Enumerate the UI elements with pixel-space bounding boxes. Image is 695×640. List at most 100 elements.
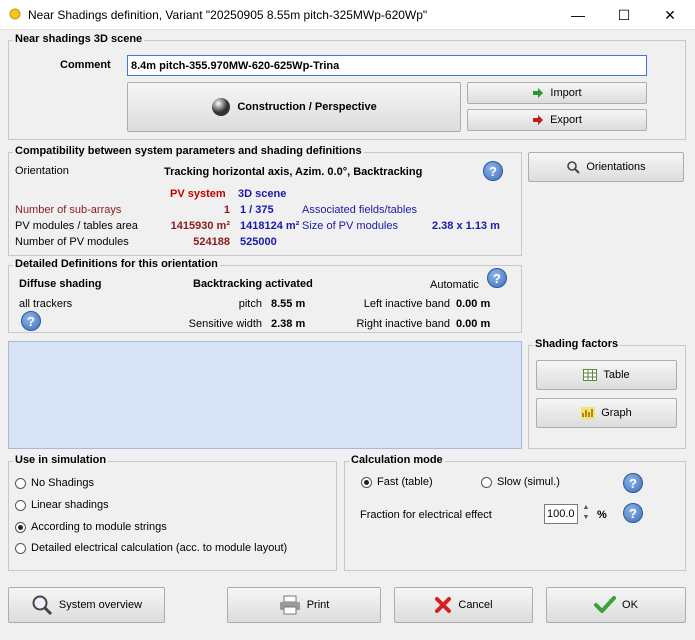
magnifier-icon (32, 595, 52, 616)
row-scene-area: 1418124 m² (240, 220, 300, 232)
close-button[interactable]: ✕ (647, 0, 693, 30)
row-scene-subarrays: 1 / 375 (240, 204, 274, 216)
left-band-label: Left inactive band (363, 298, 450, 310)
radio-linear[interactable] (15, 499, 26, 511)
cancel-x-icon (435, 597, 452, 613)
right-band-label: Right inactive band (356, 318, 450, 330)
ok-button[interactable]: OK (546, 587, 686, 623)
associated-fields-label: Associated fields/tables (302, 204, 417, 216)
import-arrow-icon (533, 88, 544, 98)
radio-fast[interactable] (361, 476, 372, 488)
sim-option-label: No Shadings (31, 477, 94, 489)
shading-factors-title: Shading factors (533, 338, 621, 350)
checkmark-icon (594, 596, 617, 613)
fraction-unit: % (597, 509, 607, 521)
diffuse-help-icon[interactable]: ? (21, 311, 41, 331)
construction-perspective-button[interactable]: Construction / Perspective (127, 82, 461, 132)
row-label-area: PV modules / tables area (15, 220, 138, 232)
import-label: Import (550, 87, 582, 99)
sphere-icon (212, 98, 231, 116)
backtracking-label: Backtracking activated (193, 278, 313, 290)
row-pv-subarrays: 1 (223, 204, 230, 216)
calc-fast-label: Fast (table) (377, 476, 433, 488)
sim-option-module-strings[interactable]: According to module strings (15, 521, 167, 533)
system-overview-label: System overview (58, 599, 143, 611)
fraction-stepper[interactable]: ▲ ▼ (581, 503, 591, 525)
fraction-help-icon[interactable]: ? (623, 503, 643, 523)
graph-label: Graph (601, 407, 632, 419)
minimize-button[interactable]: — (555, 0, 601, 30)
sim-option-no-shadings[interactable]: No Shadings (15, 477, 94, 489)
diffuse-label: Diffuse shading (19, 278, 102, 290)
sim-option-label: According to module strings (31, 521, 167, 533)
help-icon[interactable]: ? (483, 161, 503, 181)
simulation-group-title: Use in simulation (13, 454, 109, 466)
calc-slow-option[interactable]: Slow (simul.) (481, 476, 560, 488)
calc-slow-label: Slow (simul.) (497, 476, 560, 488)
row-scene-modules: 525000 (240, 236, 277, 248)
magnifier-icon (567, 161, 581, 174)
calc-mode-group-title: Calculation mode (349, 454, 445, 466)
graph-icon (581, 407, 596, 419)
radio-slow[interactable] (481, 476, 492, 488)
radio-no-shadings[interactable] (15, 477, 26, 489)
construction-label: Construction / Perspective (237, 101, 377, 113)
table-icon (583, 369, 598, 381)
calc-fast-option[interactable]: Fast (table) (361, 476, 433, 488)
radio-detailed[interactable] (15, 542, 26, 554)
sensitive-width-label: Sensitive width (188, 318, 262, 330)
sim-option-detailed[interactable]: Detailed electrical calculation (acc. to… (15, 542, 287, 554)
maximize-button[interactable]: ☐ (601, 0, 647, 30)
row-label-subarrays: Number of sub-arrays (15, 204, 122, 216)
detailed-group-title: Detailed Definitions for this orientatio… (13, 258, 220, 270)
system-overview-button[interactable]: System overview (8, 587, 165, 623)
print-label: Print (306, 599, 330, 611)
calc-help-icon[interactable]: ? (623, 473, 643, 493)
row-pv-modules: 524188 (193, 236, 230, 248)
printer-icon (279, 595, 300, 615)
row-label-modules: Number of PV modules (15, 236, 129, 248)
pv-system-header: PV system (170, 188, 226, 200)
pitch-value: 8.55 m (271, 298, 306, 310)
sensitive-width-value: 2.38 m (271, 318, 306, 330)
sim-option-label: Detailed electrical calculation (acc. to… (31, 542, 288, 554)
preview-panel (8, 341, 522, 449)
compat-group-title: Compatibility between system parameters … (13, 145, 364, 157)
radio-module-strings[interactable] (15, 521, 26, 533)
table-button[interactable]: Table (536, 360, 677, 390)
sim-option-linear[interactable]: Linear shadings (15, 499, 109, 511)
export-arrow-icon (533, 115, 544, 125)
orientation-label: Orientation (15, 165, 69, 177)
app-icon (9, 8, 21, 20)
orientations-button[interactable]: Orientations (528, 152, 684, 182)
export-button[interactable]: Export (467, 109, 647, 131)
table-label: Table (603, 369, 630, 381)
pitch-label: pitch (238, 298, 262, 310)
print-button[interactable]: Print (227, 587, 381, 623)
fraction-input[interactable] (544, 504, 578, 524)
orientations-label: Orientations (586, 161, 646, 173)
size-modules-value: 2.38 x 1.13 m (432, 220, 500, 232)
fraction-label: Fraction for electrical effect (360, 509, 492, 521)
graph-button[interactable]: Graph (536, 398, 677, 428)
window-title: Near Shadings definition, Variant "20250… (28, 8, 428, 22)
3d-scene-header: 3D scene (238, 188, 287, 200)
cancel-button[interactable]: Cancel (394, 587, 533, 623)
comment-label: Comment (60, 59, 111, 71)
detailed-help-icon[interactable]: ? (487, 268, 507, 288)
orientation-value: Tracking horizontal axis, Azim. 0.0°, Ba… (164, 166, 423, 178)
import-button[interactable]: Import (467, 82, 647, 104)
sim-option-label: Linear shadings (31, 499, 109, 511)
row-pv-area: 1415930 m² (170, 220, 230, 232)
diffuse-value: all trackers (19, 298, 73, 310)
export-label: Export (550, 114, 582, 126)
cancel-label: Cancel (458, 599, 493, 611)
comment-input[interactable] (127, 55, 647, 76)
ok-label: OK (622, 599, 638, 611)
title-bar: Near Shadings definition, Variant "20250… (0, 0, 695, 30)
left-band-value: 0.00 m (456, 298, 491, 310)
scene-group-title: Near shadings 3D scene (13, 33, 145, 45)
automatic-label: Automatic (430, 279, 479, 291)
right-band-value: 0.00 m (456, 318, 491, 330)
size-modules-label: Size of PV modules (302, 220, 398, 232)
